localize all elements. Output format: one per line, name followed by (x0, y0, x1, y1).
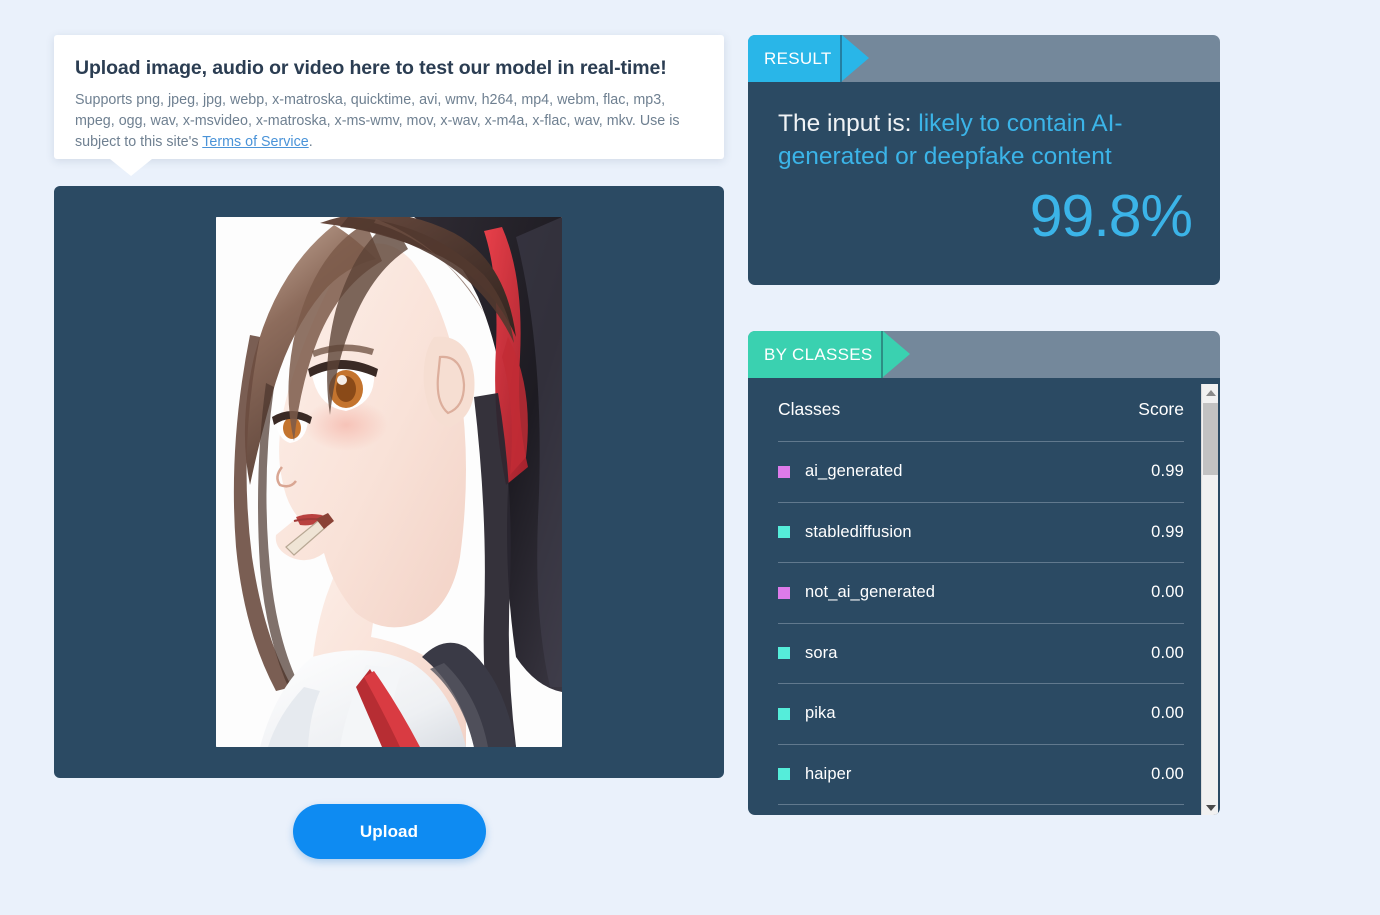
tab-by-classes-label: BY CLASSES (764, 344, 873, 364)
upload-column: Upload image, audio or video here to tes… (54, 35, 724, 859)
scroll-up-arrow-icon[interactable] (1202, 384, 1219, 401)
terms-of-service-link[interactable]: Terms of Service (202, 134, 308, 150)
class-name: not_ai_generated (805, 583, 936, 602)
result-panel-header: RESULT (748, 35, 1220, 82)
result-prefix: The input is: (778, 110, 919, 137)
upload-button[interactable]: Upload (292, 804, 486, 859)
image-preview-panel (54, 186, 724, 778)
table-row: ai_generated 0.99 (778, 442, 1184, 503)
result-panel: RESULT The input is: likely to contain A… (748, 35, 1220, 285)
class-name: ai_generated (805, 462, 903, 481)
upload-button-row: Upload (54, 804, 724, 859)
class-name: stablediffusion (805, 522, 912, 541)
class-name: pika (805, 704, 836, 723)
class-color-swatch-icon (778, 707, 790, 720)
by-classes-panel-body: Classes Score ai_generated 0.99 stablediff… (748, 378, 1220, 815)
supported-formats-text: Supports png, jpeg, jpg, webp, x-matrosk… (75, 90, 700, 153)
class-color-swatch-icon (778, 647, 790, 660)
class-color-swatch-icon (778, 526, 790, 539)
tab-divider (881, 331, 883, 378)
result-statement: The input is: likely to contain AI-gener… (778, 107, 1192, 173)
class-score: 0.00 (1151, 764, 1184, 783)
page-title: Upload image, audio or video here to tes… (75, 57, 667, 79)
results-column: RESULT The input is: likely to contain A… (748, 35, 1220, 815)
tab-result-label: RESULT (764, 48, 832, 68)
tab-divider (840, 35, 842, 82)
upload-info-card: Upload image, audio or video here to tes… (54, 35, 724, 176)
table-row: sora 0.00 (778, 624, 1184, 684)
app-root: Upload image, audio or video here to tes… (0, 0, 1380, 915)
class-color-swatch-icon (778, 465, 790, 478)
classes-scrollbar[interactable] (1201, 384, 1218, 815)
table-row: stablediffusion 0.99 (778, 503, 1184, 563)
table-row: not_ai_generated 0.00 (778, 563, 1184, 624)
supported-formats-period: . (308, 134, 313, 150)
scroll-down-arrow-icon[interactable] (1202, 799, 1219, 815)
uploaded-image-preview (216, 217, 562, 747)
tab-by-classes[interactable]: BY CLASSES (748, 331, 909, 378)
result-confidence-percent: 99.8% (1029, 183, 1193, 249)
by-classes-panel: BY CLASSES Classes Score ai_generated 0.9… (748, 331, 1220, 815)
class-name: haiper (805, 764, 852, 783)
anime-portrait-illustration (216, 217, 562, 747)
tab-result[interactable]: RESULT (748, 35, 869, 82)
class-score: 0.00 (1151, 583, 1184, 602)
table-row: haiper 0.00 (778, 745, 1184, 805)
classes-table-header: Classes Score (778, 378, 1184, 442)
class-color-swatch-icon (778, 768, 790, 781)
class-score: 0.00 (1151, 704, 1184, 723)
table-row: pika 0.00 (778, 684, 1184, 745)
column-header-score: Score (1138, 399, 1184, 419)
class-score: 0.00 (1151, 643, 1184, 662)
classes-scroll-region[interactable]: Classes Score ai_generated 0.99 stablediff… (748, 378, 1220, 815)
scrollbar-thumb[interactable] (1203, 403, 1218, 475)
tooltip-pointer-icon (110, 159, 152, 176)
class-name: sora (805, 643, 838, 662)
classes-table-rows: ai_generated 0.99 stablediffusion 0.99 not_a… (778, 442, 1184, 805)
class-score: 0.99 (1151, 462, 1184, 481)
result-panel-body: The input is: likely to contain AI-gener… (748, 82, 1220, 285)
supported-formats-body: Supports png, jpeg, jpg, webp, x-matrosk… (75, 92, 680, 150)
by-classes-panel-header: BY CLASSES (748, 331, 1220, 378)
class-color-swatch-icon (778, 586, 790, 599)
class-score: 0.99 (1151, 522, 1184, 541)
column-header-classes: Classes (778, 399, 841, 419)
